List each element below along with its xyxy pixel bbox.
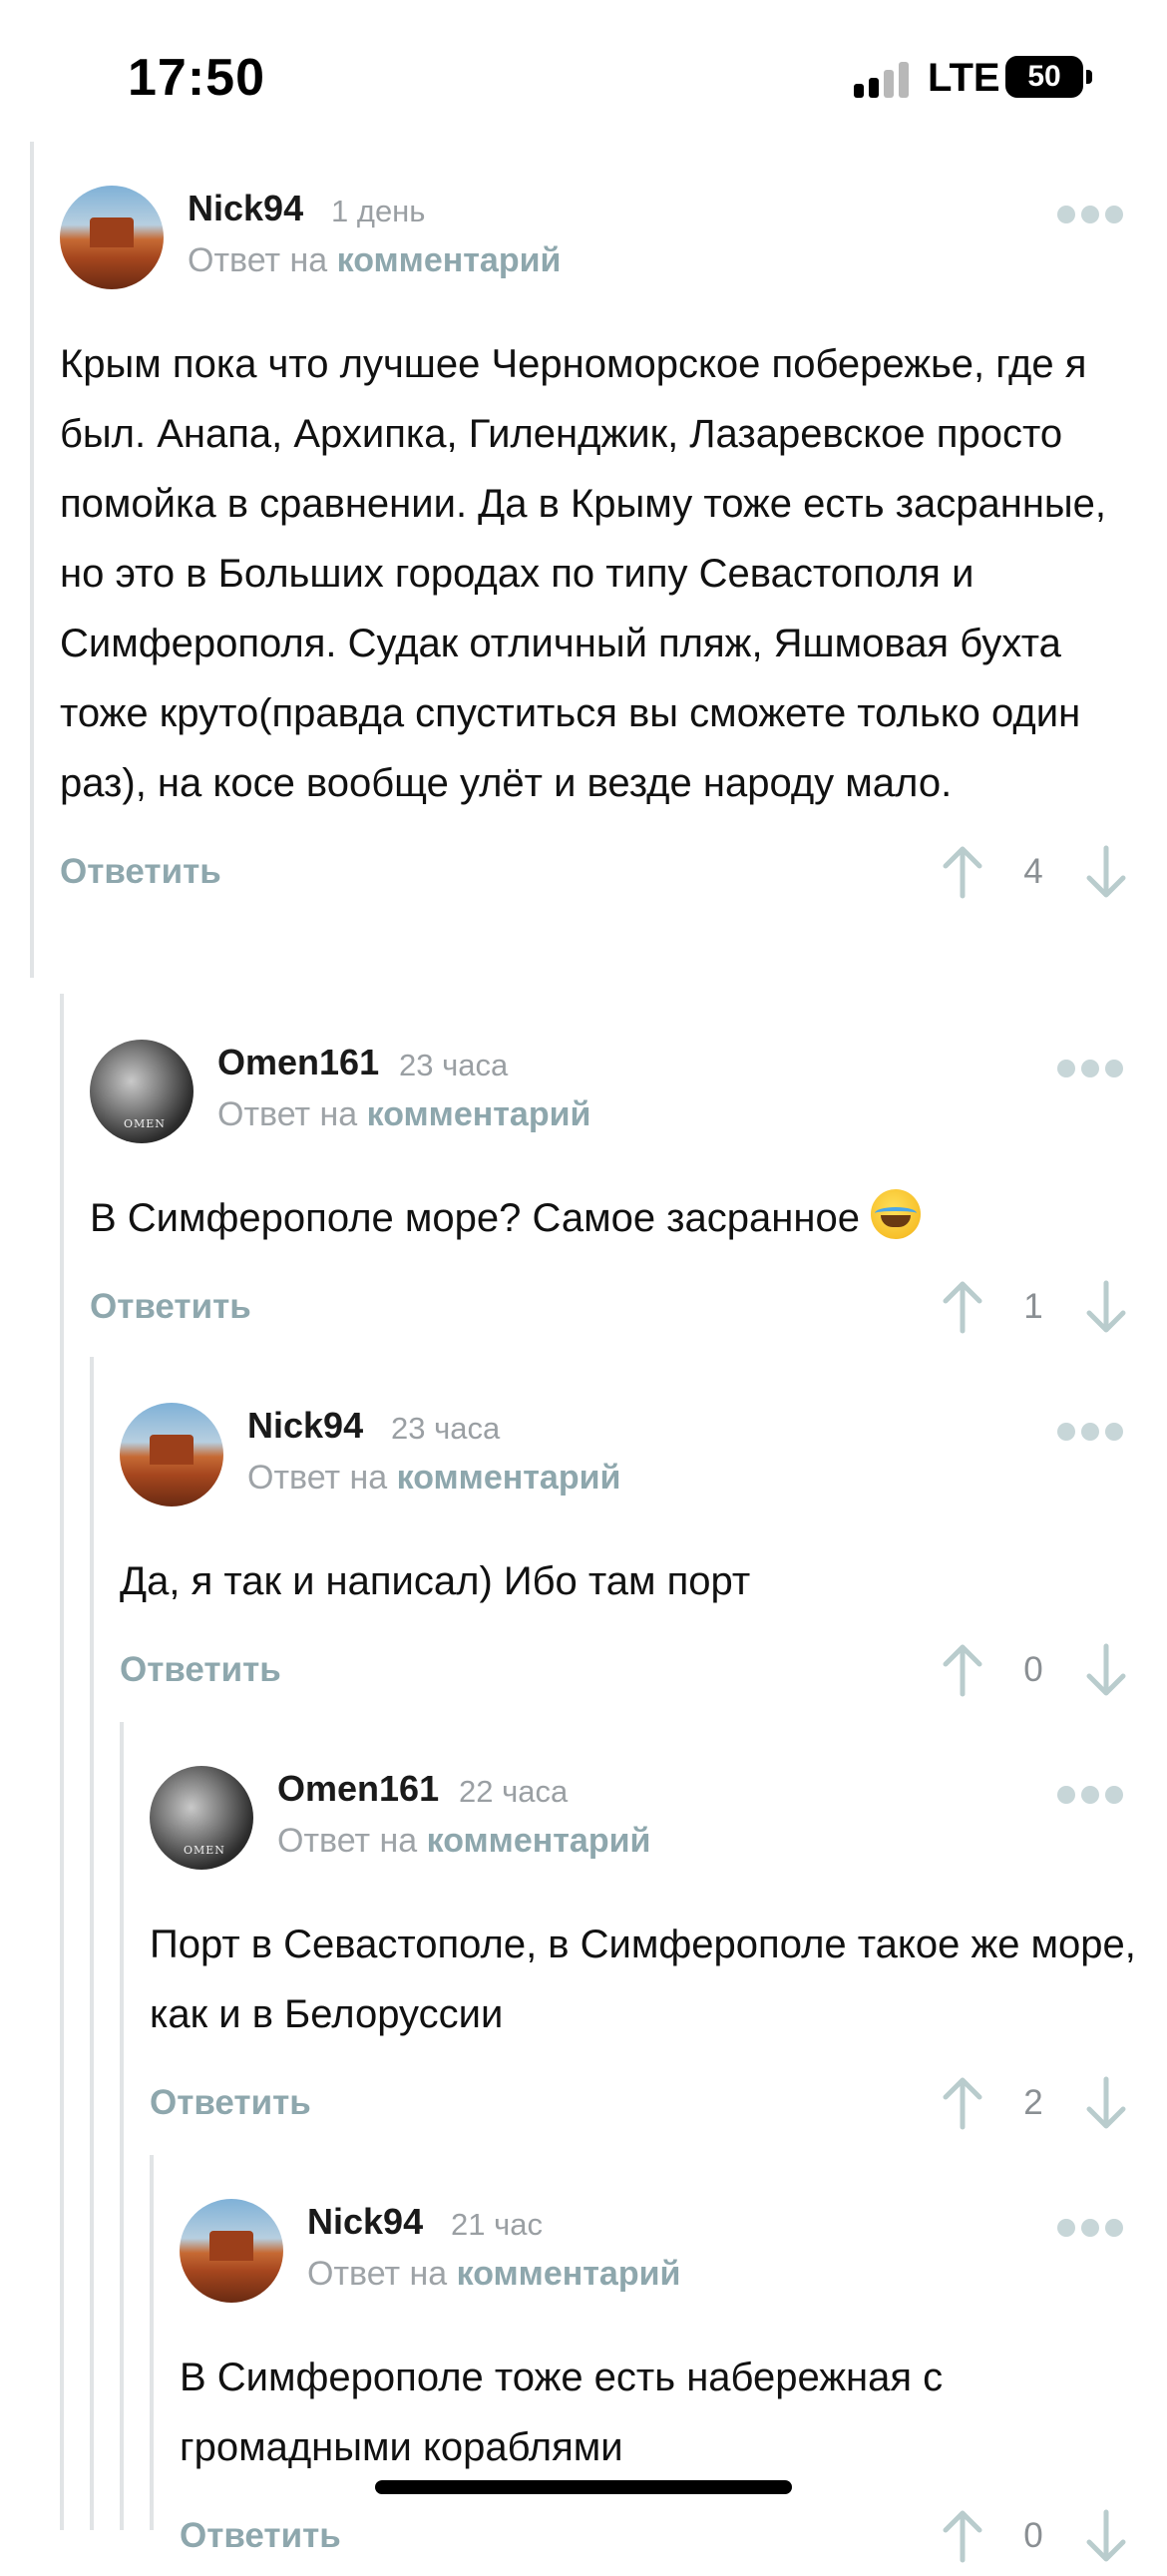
upvote-icon[interactable] [938,1642,987,1698]
reply-button[interactable]: Ответить [90,1287,251,1327]
timestamp: 23 часа [391,1411,501,1446]
vote-count: 0 [1023,1650,1043,1689]
comment: Nick94 21 час Ответ на комментарий В Сим… [180,2199,1137,2576]
timestamp: 22 часа [459,1774,569,1809]
username[interactable]: Omen161 [217,1042,379,1083]
more-options-icon[interactable] [1057,1786,1123,1806]
reply-to-line: Ответ на комментарий [188,241,561,280]
comment-header: OMEN Omen161 22 часа Ответ на комментари… [150,1766,1137,1874]
comment-footer: Ответить 0 [120,1640,1137,1710]
reply-to-link[interactable]: комментарий [397,1459,621,1497]
comment: OMEN Omen161 22 часа Ответ на комментари… [150,1766,1137,2143]
comment-header: Nick94 23 часа Ответ на комментарий [120,1403,1137,1510]
upvote-icon[interactable] [938,2075,987,2131]
comment-text: В Симферополе тоже есть набережная с гро… [180,2356,944,2469]
reply-to-line: Ответ на комментарий [277,1822,650,1861]
username[interactable]: Omen161 [277,1768,439,1810]
reply-to-line: Ответ на комментарий [307,2255,680,2294]
avatar[interactable] [60,186,164,289]
comment-header: Nick94 21 час Ответ на комментарий [180,2199,1137,2307]
comment: OMEN Omen161 23 часа Ответ на комментари… [90,1040,1137,1347]
signal-strength-icon [854,62,910,98]
comment-footer: Ответить 4 [60,842,1137,912]
battery-icon: 50 [1005,56,1083,98]
thread-line [120,1722,124,2530]
username[interactable]: Nick94 [307,2201,423,2243]
more-options-icon[interactable] [1057,1060,1123,1079]
comment: Nick94 23 часа Ответ на комментарий Да, … [120,1403,1137,1710]
downvote-icon[interactable] [1081,2508,1131,2564]
comment-footer: Ответить 2 [150,2073,1137,2143]
vote-count: 1 [1023,1287,1043,1326]
timestamp: 1 день [331,194,426,228]
downvote-icon[interactable] [1081,2075,1131,2131]
comment-header: Nick94 1 день Ответ на комментарий [60,186,1137,293]
status-bar: 17:50 LTE 50 [0,0,1167,140]
downvote-icon[interactable] [1081,1642,1131,1698]
comment: Nick94 1 день Ответ на комментарий Крым … [60,186,1137,912]
comment-text: В Симферополе море? Самое засранное [90,1196,860,1240]
username[interactable]: Nick94 [188,188,303,229]
reply-button[interactable]: Ответить [150,2083,311,2123]
comment-text-wrap: В Симферополе море? Самое засранное [90,1183,1137,1253]
battery-tip [1086,70,1092,84]
reply-to-prefix: Ответ на [277,1822,418,1860]
status-time: 17:50 [128,49,265,107]
thread-line [90,1357,94,2530]
downvote-icon[interactable] [1081,1279,1131,1335]
reply-button[interactable]: Ответить [60,852,221,892]
comment-text: Да, я так и написал) Ибо там порт [120,1559,751,1603]
upvote-icon[interactable] [938,1279,987,1335]
comment-header: OMEN Omen161 23 часа Ответ на комментари… [90,1040,1137,1147]
comment-footer: Ответить 1 [90,1277,1137,1347]
reply-to-prefix: Ответ на [188,241,328,279]
avatar[interactable]: OMEN [150,1766,253,1870]
reply-to-link[interactable]: комментарий [457,2255,681,2293]
upvote-icon[interactable] [938,2508,987,2564]
vote-count: 2 [1023,2083,1043,2122]
avatar[interactable]: OMEN [90,1040,194,1143]
reply-button[interactable]: Ответить [180,2516,341,2556]
reply-to-link[interactable]: комментарий [337,241,562,279]
vote-count: 4 [1023,852,1043,891]
vote-count: 0 [1023,2516,1043,2555]
reply-to-link[interactable]: комментарий [367,1095,591,1133]
username[interactable]: Nick94 [247,1405,363,1447]
avatar[interactable] [180,2199,283,2303]
more-options-icon[interactable] [1057,206,1123,225]
comment-footer: Ответить 0 [180,2506,1137,2576]
timestamp: 21 час [451,2207,543,2242]
upvote-icon[interactable] [938,844,987,900]
comment-text: Крым пока что лучшее Черноморское побере… [60,342,1107,805]
thread-line [60,994,64,2530]
reply-to-prefix: Ответ на [217,1095,358,1133]
timestamp: 23 часа [399,1048,509,1082]
laughing-tears-emoji-icon [871,1189,922,1239]
thread-line [30,142,34,978]
home-indicator[interactable] [375,2480,792,2494]
avatar[interactable] [120,1403,223,1506]
reply-button[interactable]: Ответить [120,1650,281,1690]
reply-to-prefix: Ответ на [307,2255,448,2293]
network-type: LTE [928,56,1000,100]
downvote-icon[interactable] [1081,844,1131,900]
reply-to-line: Ответ на комментарий [217,1095,590,1134]
comment-text: Порт в Севастополе, в Симферополе такое … [150,1923,1136,2036]
reply-to-line: Ответ на комментарий [247,1459,620,1498]
reply-to-prefix: Ответ на [247,1459,388,1497]
reply-to-link[interactable]: комментарий [427,1822,651,1860]
more-options-icon[interactable] [1057,2219,1123,2239]
more-options-icon[interactable] [1057,1423,1123,1443]
thread-line [150,2155,154,2530]
